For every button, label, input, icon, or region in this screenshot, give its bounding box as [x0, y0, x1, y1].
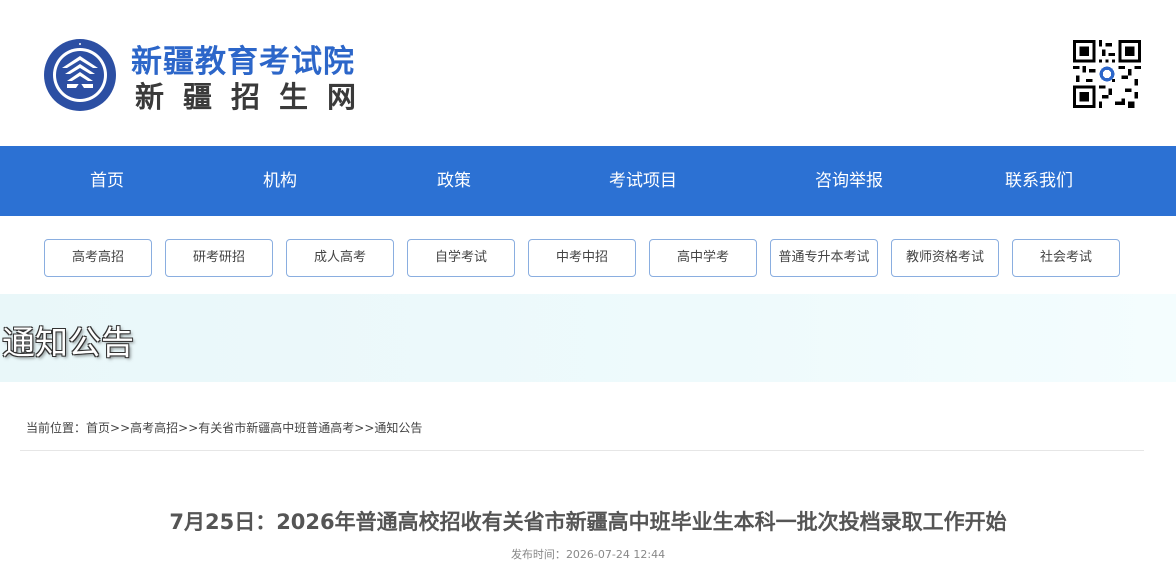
breadcrumb-divider	[20, 450, 1144, 451]
nav-item-policy[interactable]: 政策	[437, 146, 471, 216]
site-subtitle: 新疆招生网	[135, 80, 376, 114]
category-button-xuekao[interactable]: 高中学考	[649, 239, 757, 277]
category-button-zhongkao[interactable]: 中考中招	[528, 239, 636, 277]
breadcrumb: 当前位置：首页>>高考高招>>有关省市新疆高中班普通高考>>通知公告	[26, 419, 422, 436]
main-nav: 首页 机构 政策 考试项目 咨询举报 联系我们	[0, 146, 1176, 216]
section-title: 通知公告	[2, 323, 134, 362]
category-button-zhuanshengben[interactable]: 普通专升本考试	[770, 239, 878, 277]
exam-category-bar: 高考高招 研考研招 成人高考 自学考试 中考中招 高中学考 普通专升本考试 教师…	[0, 216, 1176, 294]
breadcrumb-separator: >>	[110, 421, 131, 435]
nav-item-home[interactable]: 首页	[90, 146, 124, 216]
publish-date: 发布时间：2026-07-24 12:44	[0, 546, 1176, 562]
category-button-selfstudy[interactable]: 自学考试	[407, 239, 515, 277]
category-button-social[interactable]: 社会考试	[1012, 239, 1120, 277]
breadcrumb-separator: >>	[354, 421, 375, 435]
category-button-gaokao[interactable]: 高考高招	[44, 239, 152, 277]
section-banner: 通知公告	[0, 294, 1176, 382]
category-button-teacher[interactable]: 教师资格考试	[891, 239, 999, 277]
article-title: 7月25日：2026年普通高校招收有关省市新疆高中班毕业生本科一批次投档录取工作…	[169, 510, 1007, 534]
site-header: 新疆教育考试院 新疆招生网	[0, 0, 1176, 146]
breadcrumb-gaokao[interactable]: 高考高招	[130, 421, 178, 435]
nav-item-exams[interactable]: 考试项目	[609, 146, 677, 216]
category-button-adult[interactable]: 成人高考	[286, 239, 394, 277]
nav-item-consult[interactable]: 咨询举报	[815, 146, 883, 216]
emblem-logo-icon[interactable]	[43, 38, 117, 112]
qr-code-icon	[1073, 40, 1141, 108]
publish-date-value: 2026-07-24 12:44	[565, 548, 666, 561]
category-button-postgrad[interactable]: 研考研招	[165, 239, 273, 277]
breadcrumb-separator: >>	[178, 421, 199, 435]
breadcrumb-prefix: 当前位置：	[26, 421, 87, 435]
publish-date-label: 发布时间：	[510, 548, 566, 561]
nav-item-contact[interactable]: 联系我们	[1005, 146, 1073, 216]
breadcrumb-xinjiang-class[interactable]: 有关省市新疆高中班普通高考	[198, 421, 354, 435]
nav-item-org[interactable]: 机构	[263, 146, 297, 216]
breadcrumb-notices[interactable]: 通知公告	[374, 421, 422, 435]
breadcrumb-home[interactable]: 首页	[86, 421, 110, 435]
